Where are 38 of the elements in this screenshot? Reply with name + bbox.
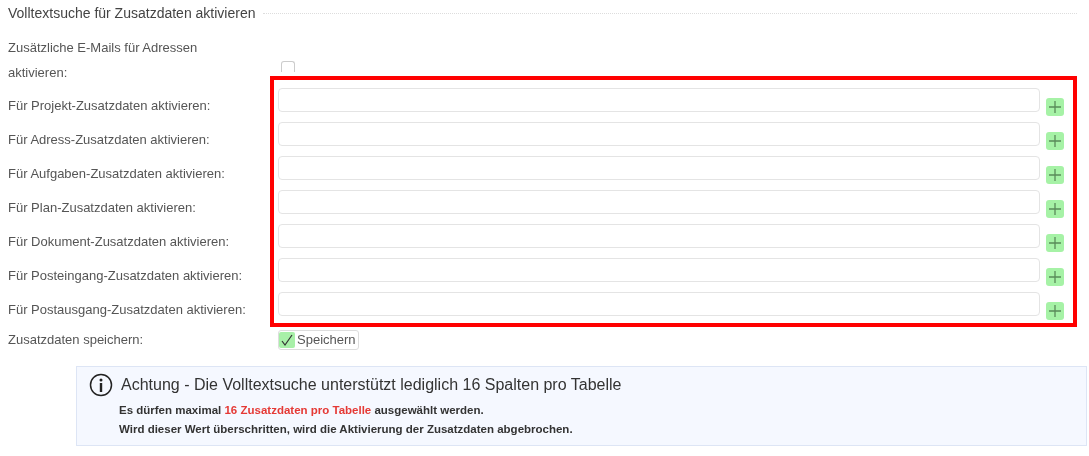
plus-icon — [1048, 100, 1062, 114]
checkbox[interactable] — [281, 61, 295, 72]
plus-icon — [1048, 236, 1062, 250]
notice-text: Es dürfen maximal 16 Zusatzdaten pro Tabelle ausgewählt werden. — [119, 403, 485, 418]
input-field[interactable] — [278, 88, 1040, 112]
input-field[interactable] — [278, 156, 1040, 180]
input-field[interactable] — [278, 224, 1040, 248]
add-button[interactable] — [1046, 166, 1064, 184]
add-button[interactable] — [1046, 268, 1064, 286]
field-label: Für Projekt-Zusatzdaten aktivieren: — [8, 97, 212, 115]
section-title: Volltextsuche für Zusatzdaten aktivieren — [8, 3, 256, 23]
check-icon — [279, 332, 295, 348]
add-button[interactable] — [1046, 132, 1064, 150]
field-label: Für Posteingang-Zusatzdaten aktivieren: — [8, 267, 244, 285]
plus-icon — [1048, 134, 1062, 148]
plus-icon — [1048, 168, 1062, 182]
input-field[interactable] — [278, 258, 1040, 282]
save-button[interactable]: Speichern — [278, 330, 359, 350]
input-field[interactable] — [278, 190, 1040, 214]
field-label: Für Dokument-Zusatzdaten aktivieren: — [8, 233, 231, 251]
plus-icon — [1048, 202, 1062, 216]
notice-text: Wird dieser Wert überschritten, wird die Aktivierung der Zusatzdaten abgebrochen. — [119, 422, 574, 438]
field-label: Für Plan-Zusatzdaten aktivieren: — [8, 199, 197, 217]
info-icon — [89, 373, 113, 397]
field-label: Für Aufgaben-Zusatzdaten aktivieren: — [8, 165, 226, 183]
field-label: Zusätzliche E-Mails für Adressen aktivieren: — [8, 39, 199, 82]
field-label: Für Adress-Zusatzdaten aktivieren: — [8, 131, 211, 149]
add-button[interactable] — [1046, 234, 1064, 252]
add-button[interactable] — [1046, 302, 1064, 320]
notice-heading: Achtung - Die Volltextsuche unterstützt lediglich 16 Spalten pro Tabelle — [121, 375, 622, 395]
field-label: Zusatzdaten speichern: — [8, 331, 145, 350]
add-button[interactable] — [1046, 98, 1064, 116]
add-button[interactable] — [1046, 200, 1064, 218]
plus-icon — [1048, 304, 1062, 318]
field-label: Für Postausgang-Zusatzdaten aktivieren: — [8, 301, 247, 319]
input-field[interactable] — [278, 122, 1040, 146]
input-field[interactable] — [278, 292, 1040, 316]
plus-icon — [1048, 270, 1062, 284]
